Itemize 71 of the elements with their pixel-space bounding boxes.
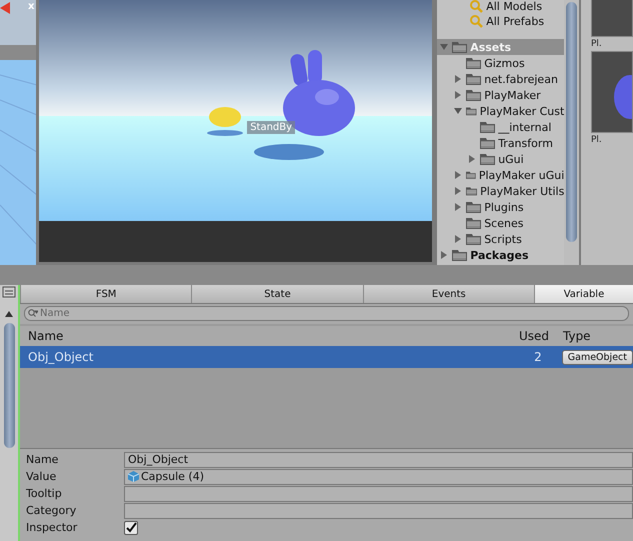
- variable-name: Obj_Object: [28, 350, 94, 364]
- used-count: 2: [533, 350, 542, 364]
- panel-icon[interactable]: [2, 285, 16, 299]
- search-icon: [470, 15, 484, 28]
- property-label: Tooltip: [25, 487, 63, 500]
- folder-item[interactable]: Transform: [437, 135, 564, 151]
- folder-icon: [466, 169, 476, 181]
- tab[interactable]: FSM: [20, 285, 192, 303]
- expand-arrow-icon[interactable]: [453, 170, 464, 180]
- input-field[interactable]: [124, 486, 633, 502]
- favorite-item[interactable]: All Models: [437, 0, 564, 14]
- expand-arrow-icon[interactable]: [453, 186, 464, 196]
- folder-item[interactable]: Packages: [437, 247, 564, 263]
- folder-item[interactable]: PlayMaker Utils: [437, 183, 564, 199]
- object-label: StandBy: [247, 121, 296, 134]
- folder-item[interactable]: net.fabrejean: [437, 71, 564, 87]
- folder-icon: [480, 153, 496, 165]
- folder-icon: [466, 233, 482, 245]
- folder-icon: [466, 105, 477, 117]
- folder-icon: [466, 89, 482, 101]
- expand-arrow-icon[interactable]: [453, 106, 464, 116]
- folder-icon: [452, 41, 468, 53]
- type-button[interactable]: GameObject: [562, 350, 633, 364]
- column-header: Name: [28, 329, 64, 343]
- expand-arrow-icon[interactable]: [453, 74, 464, 84]
- folder-item[interactable]: PlayMaker uGui: [437, 167, 564, 183]
- asset-label: Pl.: [591, 39, 602, 49]
- expand-arrow-icon[interactable]: [467, 154, 478, 164]
- folder-icon: [480, 137, 496, 149]
- folder-icon: [466, 217, 482, 229]
- variable-row[interactable]: Obj_Object 2 GameObject: [20, 346, 633, 368]
- input-field[interactable]: Obj_Object: [124, 452, 633, 468]
- favorite-item[interactable]: All Prefabs: [437, 14, 564, 29]
- property-label: Inspector: [25, 521, 78, 534]
- scroll-up-icon[interactable]: [4, 309, 14, 319]
- folder-icon: [480, 121, 496, 133]
- property-label: Name: [25, 453, 60, 466]
- folder-item[interactable]: Plugins: [437, 199, 564, 215]
- input-field[interactable]: [124, 502, 633, 518]
- expand-arrow-icon[interactable]: [453, 90, 464, 100]
- folder-icon: [466, 73, 482, 85]
- checkbox[interactable]: [124, 520, 138, 534]
- column-header: Type: [562, 329, 592, 343]
- column-header: Used: [518, 329, 549, 343]
- input-field[interactable]: Capsule (4): [124, 468, 633, 484]
- tab[interactable]: Events: [362, 285, 534, 303]
- property-label: Category: [25, 504, 78, 517]
- search-icon: [470, 0, 484, 13]
- folder-icon: [466, 201, 482, 213]
- folder-item[interactable]: Scripts: [437, 231, 564, 247]
- folder-item[interactable]: PlayMaker Cust: [437, 103, 564, 119]
- search-icon: [28, 309, 38, 318]
- folder-item[interactable]: Gizmos: [437, 55, 564, 71]
- folder-item[interactable]: uGui: [437, 151, 564, 167]
- folder-item[interactable]: PlayMaker: [437, 87, 564, 103]
- cube-icon: [128, 471, 139, 482]
- tab[interactable]: State: [191, 285, 363, 303]
- folder-icon: [466, 185, 478, 197]
- folder-icon: [452, 249, 468, 261]
- expand-arrow-icon[interactable]: [439, 42, 450, 52]
- asset-thumbnail[interactable]: [591, 51, 633, 133]
- asset-label: Pl.: [591, 135, 602, 145]
- expand-arrow-icon[interactable]: [453, 234, 464, 244]
- folder-item[interactable]: __internal: [437, 119, 564, 135]
- axis-label: x: [28, 1, 34, 12]
- folder-item[interactable]: Scenes: [437, 215, 564, 231]
- expand-arrow-icon[interactable]: [439, 250, 450, 260]
- tab[interactable]: Variable: [534, 285, 633, 303]
- property-label: Value: [25, 470, 58, 483]
- expand-arrow-icon[interactable]: [453, 202, 464, 212]
- folder-icon: [466, 57, 482, 69]
